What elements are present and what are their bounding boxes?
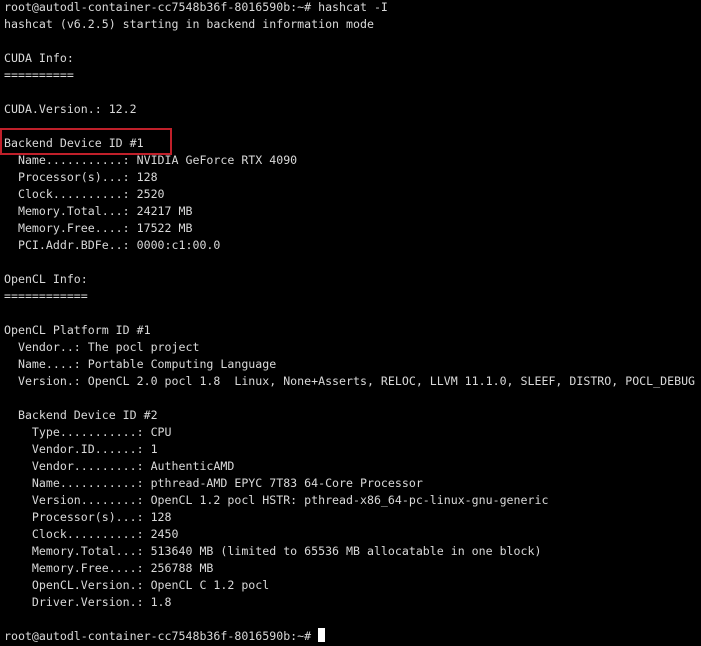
terminal-line: Driver.Version.: 1.8 <box>4 595 172 609</box>
terminal-line: PCI.Addr.BDFe..: 0000:c1:00.0 <box>4 238 221 252</box>
terminal-line: Vendor..: The pocl project <box>4 340 200 354</box>
terminal-line: Memory.Free....: 17522 MB <box>4 221 193 235</box>
terminal-line: Version........: OpenCL 1.2 pocl HSTR: p… <box>4 493 549 507</box>
terminal-line: Vendor.........: AuthenticAMD <box>4 459 235 473</box>
terminal-window[interactable]: root@autodl-container-cc7548b36f-8016590… <box>0 0 701 646</box>
terminal-prompt: root@autodl-container-cc7548b36f-8016590… <box>4 629 319 643</box>
terminal-line: Backend Device ID #1 <box>4 136 144 150</box>
terminal-line: CUDA Info: <box>4 51 74 65</box>
terminal-prompt-line[interactable]: root@autodl-container-cc7548b36f-8016590… <box>4 628 701 645</box>
terminal-line: ============ <box>4 289 88 303</box>
terminal-line: Type...........: CPU <box>4 425 172 439</box>
terminal-line: Memory.Total...: 513640 MB (limited to 6… <box>4 544 542 558</box>
terminal-line: Processor(s)...: 128 <box>4 170 158 184</box>
terminal-line: root@autodl-container-cc7548b36f-8016590… <box>4 0 388 14</box>
terminal-line: Clock..........: 2520 <box>4 187 165 201</box>
terminal-line: Backend Device ID #2 <box>4 408 158 422</box>
terminal-line: Name...........: pthread-AMD EPYC 7T83 6… <box>4 476 423 490</box>
terminal-output: root@autodl-container-cc7548b36f-8016590… <box>4 0 701 645</box>
terminal-line: OpenCL.Version.: OpenCL C 1.2 pocl <box>4 578 270 592</box>
terminal-line: Memory.Free....: 256788 MB <box>4 561 214 575</box>
terminal-line: Processor(s)...: 128 <box>4 510 172 524</box>
terminal-line: Clock..........: 2450 <box>4 527 179 541</box>
terminal-line: Vendor.ID......: 1 <box>4 442 158 456</box>
terminal-line: OpenCL Platform ID #1 <box>4 323 151 337</box>
terminal-line: OpenCL Info: <box>4 272 88 286</box>
terminal-line: Name...........: NVIDIA GeForce RTX 4090 <box>4 153 298 167</box>
terminal-line: Version.: OpenCL 2.0 pocl 1.8 Linux, Non… <box>4 374 696 388</box>
terminal-line: CUDA.Version.: 12.2 <box>4 102 137 116</box>
terminal-line: hashcat (v6.2.5) starting in backend inf… <box>4 17 374 31</box>
terminal-line: ========== <box>4 68 74 82</box>
terminal-cursor <box>318 628 326 642</box>
terminal-line: Memory.Total...: 24217 MB <box>4 204 193 218</box>
terminal-line: Name....: Portable Computing Language <box>4 357 277 371</box>
